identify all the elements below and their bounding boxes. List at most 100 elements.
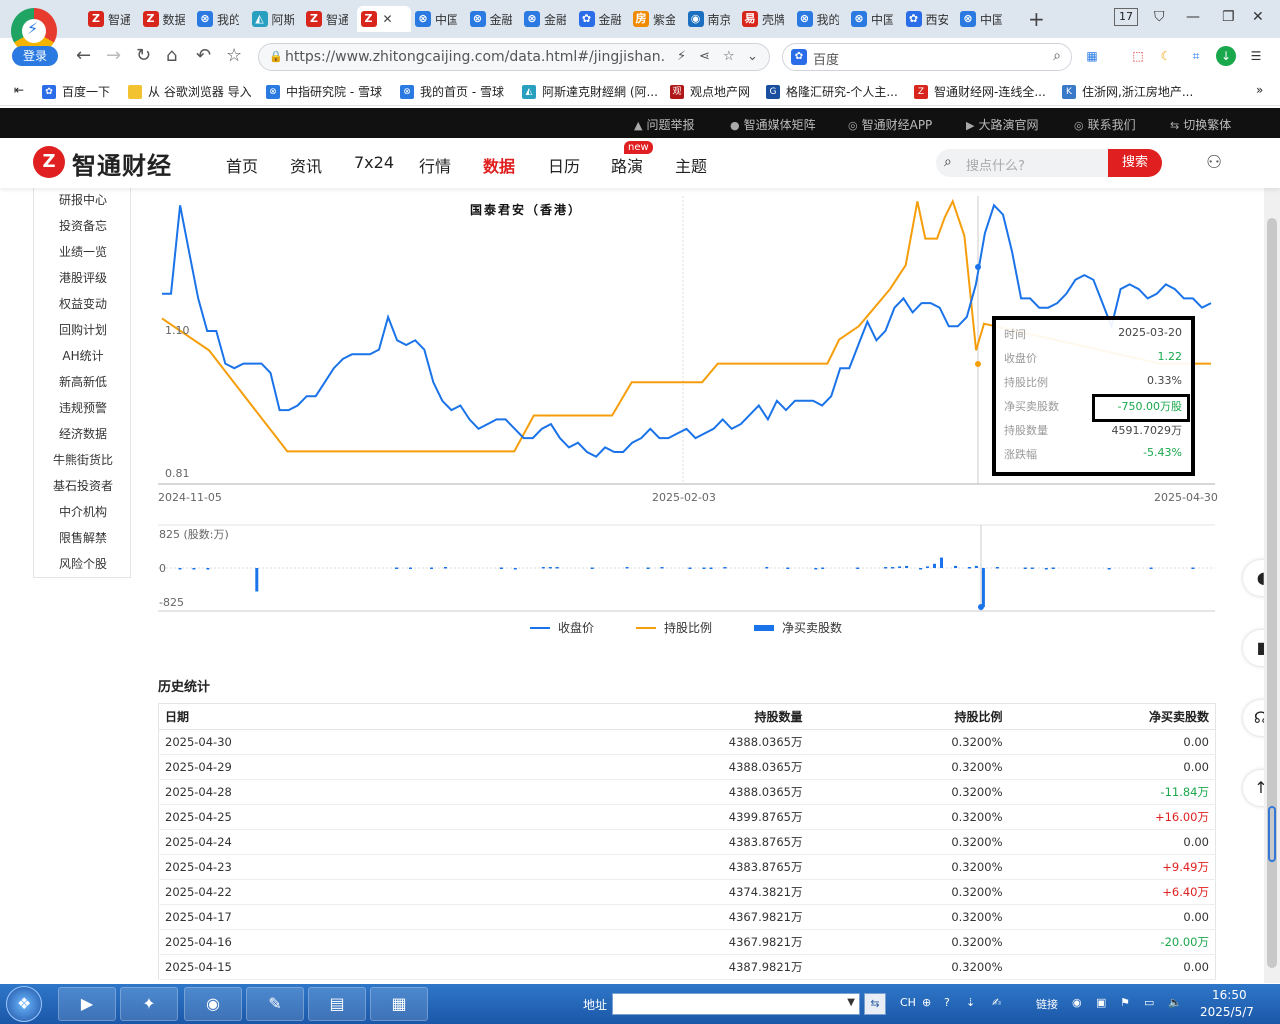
fox-app-icon[interactable]: ✦: [120, 987, 178, 1021]
col-ratio[interactable]: 持股比例: [808, 703, 1009, 730]
side-menu-item[interactable]: 投资备忘: [34, 217, 132, 234]
restore-button[interactable]: ❐: [1222, 9, 1235, 25]
volume-bar[interactable]: [981, 568, 985, 608]
back-button[interactable]: ←: [76, 46, 91, 66]
volume-bar[interactable]: [541, 567, 545, 569]
login-button[interactable]: 登录: [12, 46, 58, 66]
zoom-slider[interactable]: [1268, 806, 1276, 862]
top-link[interactable]: ◎ 智通财经APP: [848, 116, 932, 133]
browser-taskbar-icon[interactable]: ◉: [184, 987, 242, 1021]
bookmark-star-icon[interactable]: ☆: [226, 46, 242, 66]
tray-app-icon[interactable]: ▣: [1096, 996, 1106, 1009]
volume-bar[interactable]: [940, 557, 943, 568]
calculator-icon[interactable]: ▦: [370, 987, 428, 1021]
volume-bar[interactable]: [206, 568, 210, 570]
nav-item[interactable]: 数据: [483, 153, 515, 177]
volume-bar[interactable]: [1030, 567, 1034, 570]
browser-tab[interactable]: ⊗ 中国: [847, 6, 901, 32]
apps-grid-icon[interactable]: ▦: [1082, 46, 1102, 66]
volume-bar[interactable]: [1023, 567, 1027, 570]
nav-item[interactable]: 首页: [226, 153, 258, 177]
top-link[interactable]: ◎ 联系我们: [1074, 116, 1136, 133]
legend-label[interactable]: 收盘价: [558, 620, 594, 635]
close-window-button[interactable]: ✕: [1252, 9, 1264, 25]
volume-bar[interactable]: [625, 567, 629, 569]
search-button[interactable]: 搜索: [1108, 149, 1162, 177]
browser-tab[interactable]: ⊗ 金融: [466, 6, 520, 32]
volume-bar[interactable]: [702, 567, 706, 570]
volume-bar[interactable]: [919, 568, 923, 570]
volume-bar[interactable]: [430, 567, 433, 570]
volume-bar[interactable]: [814, 568, 818, 570]
volume-bar[interactable]: [548, 567, 552, 569]
bookmark-item[interactable]: ✿ 百度一下: [42, 83, 110, 100]
volume-bar[interactable]: [786, 567, 790, 570]
volume-bar[interactable]: [590, 567, 594, 570]
volume-bar[interactable]: [1107, 568, 1111, 570]
bookmark-item[interactable]: K 住浙网,浙江房地产...: [1062, 83, 1193, 100]
top-link[interactable]: ▶ 大路演官网: [966, 116, 1038, 133]
side-menu-item[interactable]: 业绩一览: [34, 243, 132, 260]
side-menu-item[interactable]: 经济数据: [34, 425, 132, 442]
chevron-down-icon[interactable]: ⌄: [747, 49, 758, 64]
feather-app-icon[interactable]: ✎: [246, 987, 304, 1021]
volume-bar[interactable]: [178, 568, 182, 570]
volume-bar[interactable]: [499, 567, 503, 570]
site-logo-icon[interactable]: Z: [33, 146, 65, 178]
go-icon[interactable]: ⇆: [864, 993, 886, 1015]
browser-tab[interactable]: ✿ 西安: [902, 6, 956, 32]
browser-tab[interactable]: Z ✕: [356, 6, 411, 32]
volume-bar[interactable]: [926, 566, 929, 568]
crop-icon[interactable]: ⌗: [1186, 46, 1206, 66]
col-date[interactable]: 日期: [158, 703, 579, 730]
menu-icon[interactable]: ☰: [1246, 46, 1266, 66]
col-net[interactable]: 净买卖股数: [1008, 703, 1216, 730]
browser-tab[interactable]: 易壳牌: [738, 6, 792, 32]
volume-bar[interactable]: [974, 565, 978, 568]
address-bar[interactable]: 🔒 https://www.zhitongcaijing.com/data.ht…: [258, 43, 770, 71]
volume-bar[interactable]: [1149, 567, 1153, 570]
undo-close-button[interactable]: ↶: [196, 46, 211, 66]
side-menu-item[interactable]: 基石投资者: [34, 477, 132, 494]
shirt-icon[interactable]: ⛉: [1154, 9, 1165, 25]
browser-tab[interactable]: ◉ 南京: [684, 6, 738, 32]
input-lang[interactable]: CH: [900, 996, 916, 1009]
browser-tab[interactable]: ⊗ 中国: [956, 6, 1010, 32]
browser-tab[interactable]: ⊗ 我的: [193, 6, 247, 32]
site-name[interactable]: 智通财经: [72, 146, 172, 181]
side-menu-item[interactable]: 新高新低: [34, 373, 132, 390]
side-menu-item[interactable]: 权益变动: [34, 295, 132, 312]
tray-browser-icon[interactable]: ◉: [1072, 996, 1082, 1009]
nav-item[interactable]: 资讯: [290, 153, 322, 177]
more-bookmarks-icon[interactable]: »: [1256, 83, 1263, 97]
media-player-icon[interactable]: ▶: [58, 987, 116, 1021]
bookmark-item[interactable]: 观观点地产网: [670, 83, 750, 100]
start-button[interactable]: ❖: [6, 986, 42, 1022]
volume-bar[interactable]: [1191, 567, 1195, 570]
volume-bar[interactable]: [1051, 567, 1055, 570]
reload-button[interactable]: ↻: [136, 46, 151, 66]
volume-bar[interactable]: [1044, 568, 1048, 570]
share-icon[interactable]: ⋖: [699, 49, 710, 64]
volume-bar[interactable]: [709, 567, 713, 570]
address-url[interactable]: https://www.zhitongcaijing.com/data.html…: [285, 49, 665, 65]
volume-bar[interactable]: [933, 563, 936, 568]
help-icon[interactable]: ?: [944, 996, 950, 1009]
volume-bar[interactable]: [513, 568, 517, 570]
volume-bar[interactable]: [723, 567, 727, 569]
forward-button[interactable]: →: [106, 46, 121, 66]
minimize-button[interactable]: —: [1186, 9, 1200, 25]
legend-label[interactable]: 持股比例: [664, 620, 712, 635]
volume-bar[interactable]: [856, 567, 860, 570]
volume-bar[interactable]: [255, 568, 259, 592]
handwriting-icon[interactable]: ✍: [992, 996, 1001, 1009]
bookmark-item[interactable]: ⊗ 中指研究院 - 雪球: [266, 83, 382, 100]
tab-count-badge[interactable]: 17: [1114, 8, 1138, 26]
volume-bar[interactable]: [688, 567, 692, 570]
browser-tab[interactable]: Z 智通: [84, 6, 138, 32]
nav-item[interactable]: 主题: [675, 153, 707, 177]
browser-tab[interactable]: Z 智通: [302, 6, 356, 32]
volume-bar[interactable]: [968, 567, 971, 569]
flag-icon[interactable]: ⚑: [1120, 996, 1130, 1009]
volume-bar[interactable]: [444, 567, 447, 569]
